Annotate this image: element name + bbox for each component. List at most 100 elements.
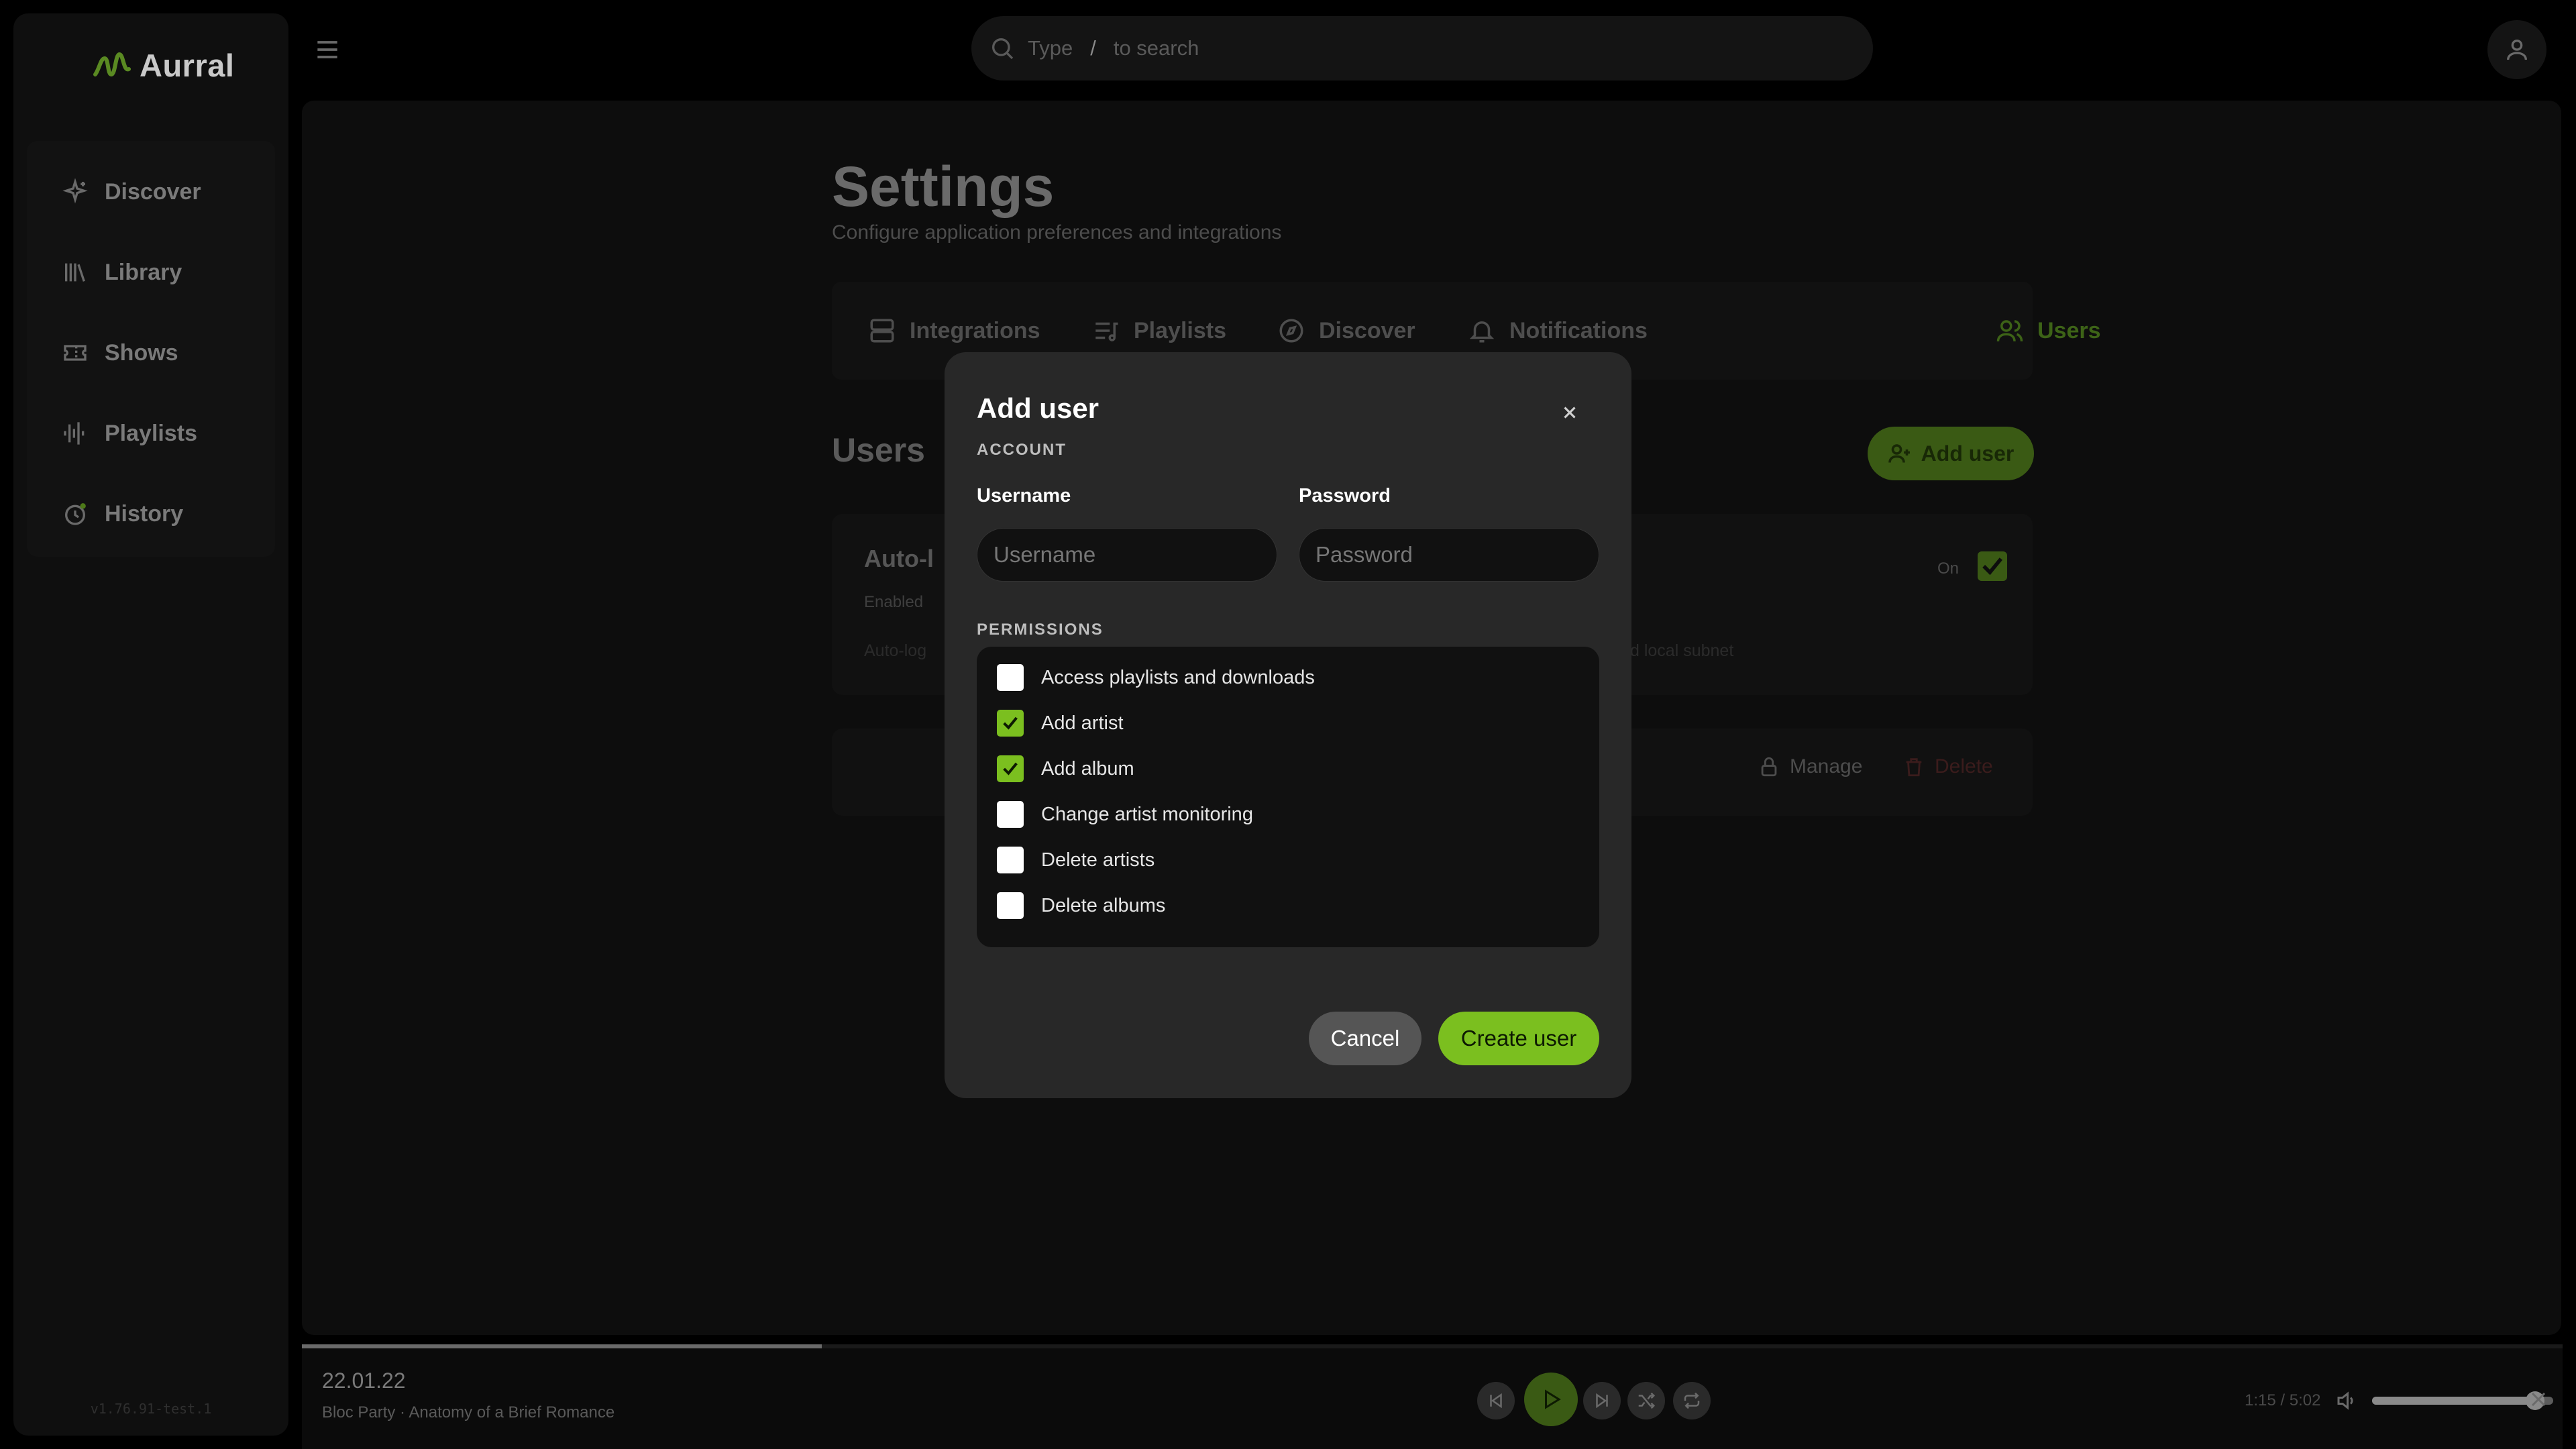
sidebar-item-label: Shows	[105, 339, 178, 366]
play-button[interactable]	[1524, 1373, 1578, 1426]
check-icon	[1003, 762, 1018, 775]
delete-user-button[interactable]: Delete	[1902, 755, 1993, 778]
shuffle-button[interactable]	[1627, 1382, 1665, 1419]
app-name: Aurral	[140, 48, 235, 83]
sidebar-item-playlists[interactable]: Playlists	[62, 407, 263, 460]
app-version: v1.76.91-test.1	[90, 1401, 212, 1417]
hamburger-icon	[317, 41, 337, 58]
permission-row[interactable]: Delete albums	[997, 887, 1165, 924]
ticket-icon	[64, 345, 87, 361]
permission-checkbox[interactable]	[997, 755, 1024, 782]
library-icon	[65, 263, 85, 282]
auto-login-description-start: Auto-log	[864, 641, 927, 660]
tab-label: Discover	[1319, 317, 1415, 343]
previous-button[interactable]	[1477, 1382, 1515, 1419]
history-clock-icon	[65, 503, 86, 525]
now-playing-bar: 22.01.22 Bloc Party · Anatomy of a Brief…	[302, 1344, 2563, 1449]
users-heading: Users	[832, 431, 925, 469]
playlist-wave-icon	[64, 422, 85, 445]
permission-row[interactable]: Delete artists	[997, 841, 1155, 879]
search-placeholder: Type / to search	[1028, 36, 1199, 60]
create-user-button[interactable]: Create user	[1438, 1012, 1599, 1065]
sidebar: Aurral Discover Library Shows Playlists …	[13, 13, 288, 1436]
add-user-button[interactable]: Add user	[1868, 427, 2034, 480]
repeat-button[interactable]	[1673, 1382, 1711, 1419]
tab-users[interactable]: Users	[1996, 282, 2101, 380]
app-logo[interactable]: Aurral	[93, 47, 234, 84]
sidebar-nav: Discover Library Shows Playlists History	[27, 141, 275, 557]
dialog-close-button[interactable]	[1556, 399, 1583, 426]
page-title: Settings	[832, 155, 1055, 218]
permission-row[interactable]: Add album	[997, 750, 1134, 788]
menu-toggle-button[interactable]	[313, 35, 342, 64]
volume-slider-fill	[2372, 1397, 2535, 1405]
permission-checkbox[interactable]	[997, 801, 1024, 828]
permission-label: Add artist	[1041, 712, 1124, 734]
password-input[interactable]	[1299, 528, 1599, 582]
close-icon	[1564, 407, 1576, 419]
volume-icon	[2337, 1391, 2353, 1410]
permission-checkbox[interactable]	[997, 892, 1024, 919]
tab-label: Notifications	[1509, 317, 1648, 343]
permission-row[interactable]: Change artist monitoring	[997, 796, 1253, 833]
playlist-icon	[1095, 322, 1118, 341]
auto-login-checkbox[interactable]	[1978, 551, 2007, 581]
permission-row[interactable]: Add artist	[997, 704, 1124, 742]
users-icon	[1996, 320, 2023, 341]
tab-label: Integrations	[910, 317, 1040, 343]
auto-login-description-end: d local subnet	[1630, 641, 1734, 660]
permission-label: Delete albums	[1041, 894, 1166, 916]
track-title: 22.01.22	[322, 1368, 406, 1393]
check-icon	[1003, 716, 1018, 730]
permission-checkbox[interactable]	[997, 664, 1024, 691]
search-bar[interactable]: Type / to search	[971, 16, 1873, 80]
search-icon	[992, 38, 1014, 60]
sidebar-item-discover[interactable]: Discover	[62, 165, 263, 219]
permission-label: Add album	[1041, 757, 1134, 780]
delete-label: Delete	[1935, 755, 1993, 777]
permissions-list: Access playlists and downloads Add artist…	[977, 647, 1599, 947]
permission-checkbox[interactable]	[997, 847, 1024, 873]
cancel-button[interactable]: Cancel	[1309, 1012, 1421, 1065]
play-icon	[1545, 1389, 1561, 1409]
aurral-logo-icon	[93, 52, 131, 76]
compass-icon	[1279, 319, 1303, 343]
skip-forward-icon	[1596, 1393, 1608, 1409]
sidebar-item-shows[interactable]: Shows	[62, 326, 263, 380]
playback-progress[interactable]	[302, 1344, 2563, 1348]
user-avatar-button[interactable]	[2487, 20, 2546, 79]
password-label: Password	[1299, 485, 1391, 506]
repeat-icon	[1684, 1392, 1700, 1409]
permission-label: Delete artists	[1041, 849, 1155, 871]
sidebar-item-library[interactable]: Library	[62, 246, 263, 299]
permission-label: Access playlists and downloads	[1041, 666, 1315, 688]
manage-user-button[interactable]: Manage	[1758, 755, 1862, 778]
playback-time: 1:15 / 5:02	[2245, 1391, 2321, 1409]
sparkle-icon	[62, 178, 88, 204]
sidebar-item-label: Discover	[105, 178, 201, 205]
permission-checkbox[interactable]	[997, 710, 1024, 737]
username-input[interactable]	[977, 528, 1277, 582]
sidebar-item-label: Library	[105, 259, 182, 285]
close-icon	[2531, 1392, 2546, 1407]
tab-label: Users	[2037, 317, 2101, 343]
add-user-icon	[1888, 444, 1910, 463]
bell-icon	[1469, 321, 1495, 343]
sidebar-item-label: Playlists	[105, 420, 197, 446]
permission-row[interactable]: Access playlists and downloads	[997, 659, 1315, 696]
search-shortcut-key: /	[1090, 36, 1096, 60]
auto-login-status: Enabled	[864, 593, 924, 611]
tab-label: Playlists	[1134, 317, 1226, 343]
trash-icon	[1906, 758, 1922, 777]
playback-progress-fill	[302, 1344, 822, 1348]
add-user-dialog: Add user ACCOUNT Username Password PERMI…	[945, 352, 1631, 1098]
page-subtitle: Configure application preferences and in…	[832, 221, 1282, 244]
next-button[interactable]	[1583, 1382, 1621, 1419]
sidebar-item-label: History	[105, 500, 184, 527]
close-player-button[interactable]	[2526, 1387, 2551, 1411]
track-artist: Bloc Party · Anatomy of a Brief Romance	[322, 1403, 615, 1421]
skip-back-icon	[1490, 1393, 1502, 1409]
sidebar-item-history[interactable]: History	[62, 487, 263, 541]
add-user-label: Add user	[1921, 441, 2015, 466]
volume-button[interactable]	[2334, 1389, 2359, 1413]
